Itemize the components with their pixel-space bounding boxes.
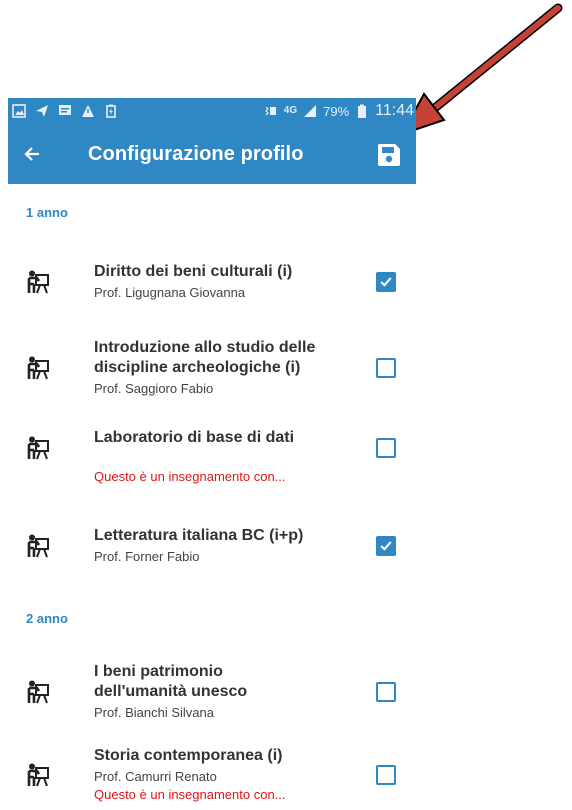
battery-percent: 79%	[323, 103, 350, 119]
warning-icon	[82, 105, 94, 117]
course-name: Laboratorio di base di dati	[94, 428, 354, 448]
lecturer-icon	[27, 763, 49, 787]
section-header: 2 anno	[26, 611, 68, 626]
course-name: Introduzione allo studio delle discipline…	[94, 338, 354, 378]
course-texts: Diritto dei beni culturali (i) Prof. Ligu…	[94, 262, 354, 302]
course-name: Diritto dei beni culturali (i)	[94, 262, 354, 282]
vibrate-icon	[264, 106, 276, 116]
battery-icon	[358, 104, 367, 118]
course-checkbox[interactable]	[376, 536, 396, 556]
lecturer-icon	[27, 534, 49, 558]
lecturer-icon	[27, 680, 49, 704]
course-checkbox[interactable]	[376, 358, 396, 378]
course-checkbox[interactable]	[376, 765, 396, 785]
course-checkbox[interactable]	[376, 682, 396, 702]
signal-icon	[304, 105, 317, 117]
course-name-line: Diritto dei beni culturali (i)	[94, 263, 293, 280]
course-warning: Questo è un insegnamento con...	[94, 787, 286, 802]
course-texts: I beni patrimonio dell'umanità unesco Prof…	[94, 662, 354, 722]
course-name-line: Laboratorio di base di dati	[94, 429, 295, 446]
course-professor: Prof. Saggioro Fabio	[94, 381, 214, 396]
course-name-line: I beni patrimonio	[94, 663, 223, 680]
send-icon	[36, 105, 48, 117]
course-texts: Introduzione allo studio delle discipline…	[94, 338, 354, 398]
lecturer-icon	[27, 356, 49, 380]
image-icon	[12, 104, 26, 118]
lecturer-icon	[27, 436, 49, 460]
course-warning: Questo è un insegnamento con...	[94, 469, 286, 484]
course-name-line: discipline archeologiche (i)	[94, 359, 301, 376]
app-bar: Configurazione profilo	[8, 124, 416, 184]
course-texts: Letteratura italiana BC (i+p) Prof. Forne…	[94, 526, 354, 566]
course-name-line: Letteratura italiana BC (i+p)	[94, 527, 304, 544]
course-name: Letteratura italiana BC (i+p)	[94, 526, 354, 546]
section-header: 1 anno	[26, 205, 68, 220]
lecturer-icon	[27, 270, 49, 294]
arrow-back-icon	[24, 147, 39, 161]
course-checkbox[interactable]	[376, 438, 396, 458]
course-professor: Prof. Forner Fabio	[94, 549, 200, 564]
course-name-line: dell'umanità unesco	[94, 683, 248, 700]
back-button[interactable]	[8, 124, 56, 184]
network-type: 4G	[283, 105, 298, 116]
course-name-line: Introduzione allo studio delle	[94, 339, 316, 356]
course-texts: Storia contemporanea (i) Prof. Camurri Re…	[94, 746, 354, 804]
phone-screen: 4G 79% 11:44 Configurazione profilo 1 an…	[8, 98, 416, 810]
course-checkbox[interactable]	[376, 272, 396, 292]
course-name: I beni patrimonio dell'umanità unesco	[94, 662, 354, 702]
course-texts: Laboratorio di base di dati Questo è un i…	[94, 428, 354, 486]
page-title: Configurazione profilo	[88, 142, 304, 165]
save-icon	[378, 144, 400, 166]
message-icon	[59, 105, 71, 115]
course-professor: Prof. Camurri Renato	[94, 769, 217, 784]
status-bar: 4G 79% 11:44	[8, 98, 416, 124]
course-professor: Prof. Ligugnana Giovanna	[94, 285, 246, 300]
course-name-line: Storia contemporanea (i)	[94, 747, 283, 764]
course-professor: Prof. Bianchi Silvana	[94, 705, 214, 720]
clock: 11:44	[375, 102, 414, 119]
save-button[interactable]	[376, 142, 402, 168]
battery-saver-icon	[106, 104, 116, 118]
course-name: Storia contemporanea (i)	[94, 746, 354, 766]
